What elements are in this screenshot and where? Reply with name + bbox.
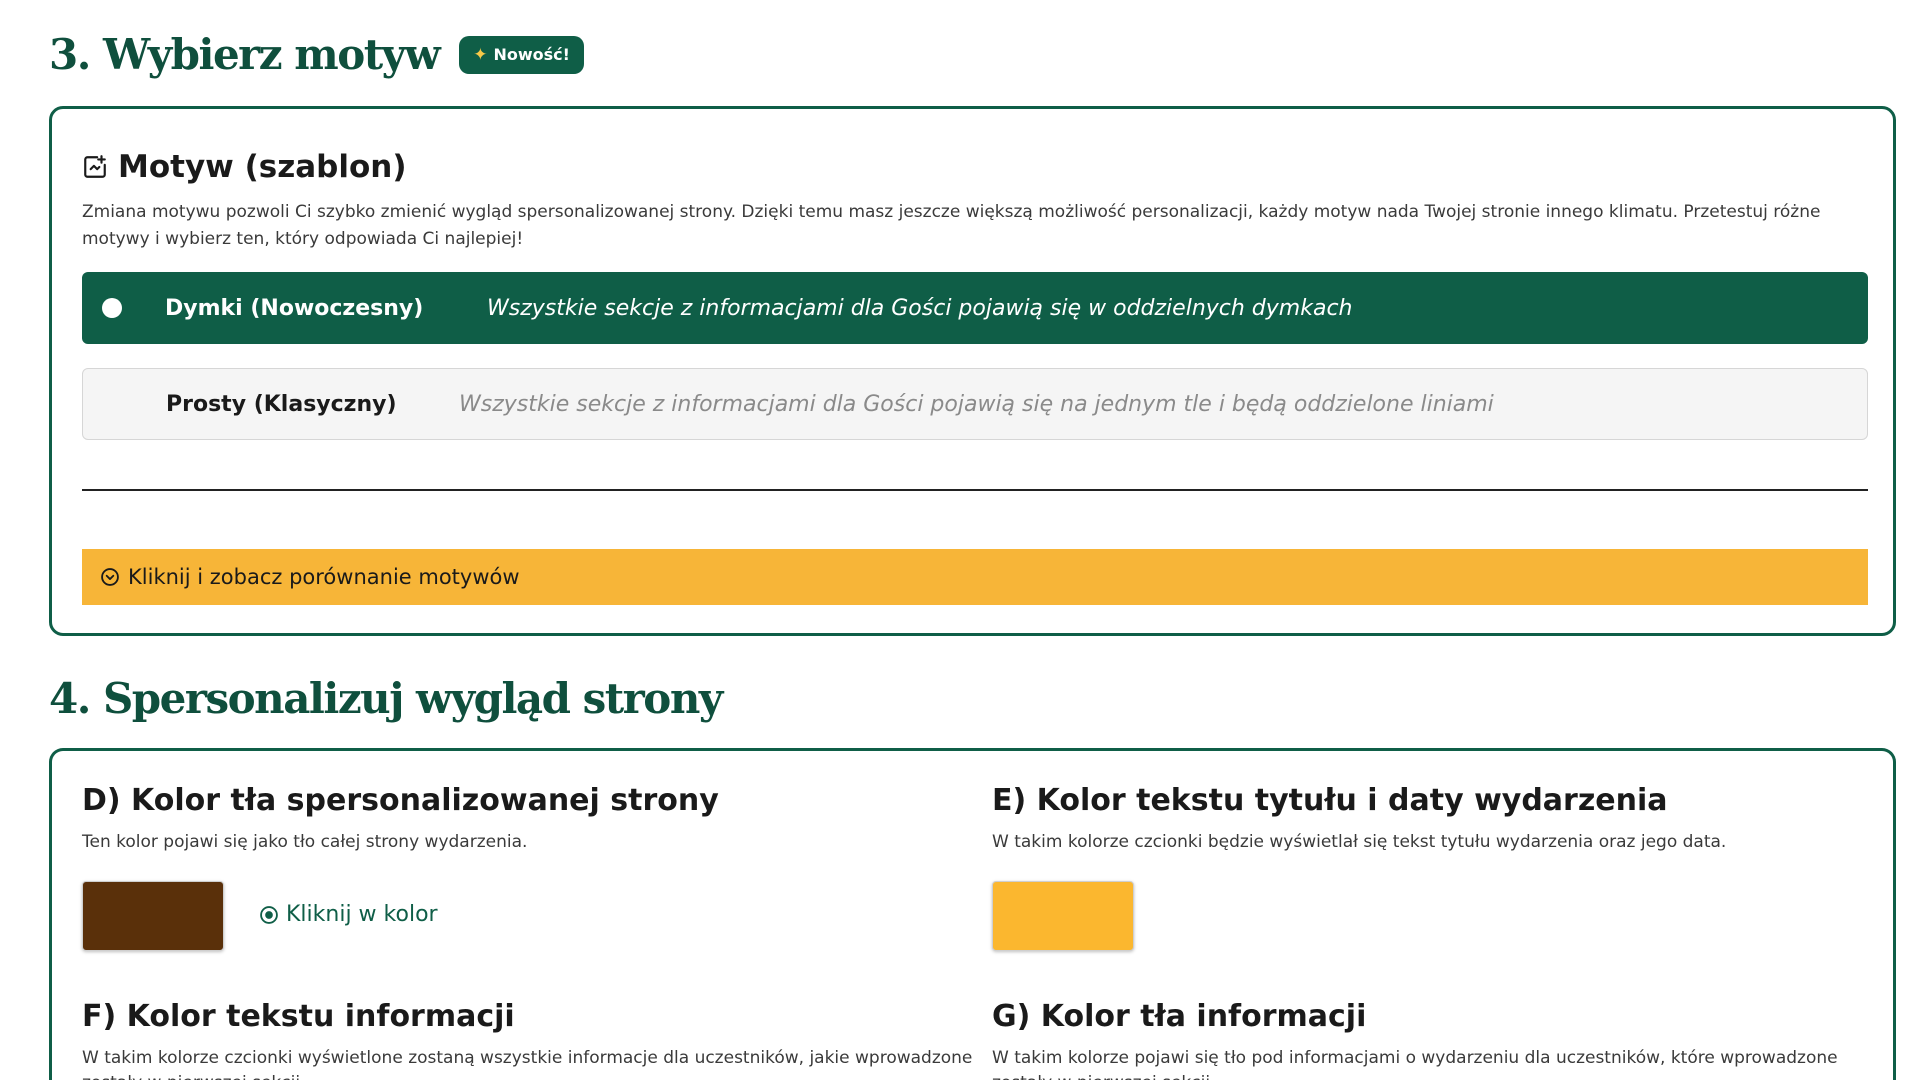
- info-text-color-title: F) Kolor tekstu informacji: [82, 999, 515, 1034]
- template-icon: [84, 155, 106, 178]
- title-color-title: E) Kolor tekstu tytułu i daty wydarzenia: [992, 783, 1668, 818]
- motif-option-name: Dymki (Nowoczesny): [165, 295, 424, 321]
- motif-card: Motyw (szablon) Zmiana motywu pozwoli Ci…: [49, 106, 1896, 636]
- background-color-swatch[interactable]: [82, 881, 224, 951]
- motif-option-description: Wszystkie sekcje z informacjami dla Gośc…: [459, 391, 1494, 417]
- info-background-color-title: G) Kolor tła informacji: [992, 999, 1367, 1034]
- motif-card-title: Motyw (szablon): [118, 149, 407, 185]
- motif-card-header: Motyw (szablon): [82, 149, 407, 185]
- radio-selected-icon[interactable]: [102, 298, 122, 318]
- info-text-color-setting: F) Kolor tekstu informacji W takim kolor…: [82, 999, 982, 1080]
- info-background-color-setting: G) Kolor tła informacji W takim kolorze …: [992, 999, 1892, 1080]
- divider: [82, 489, 1868, 491]
- section-4-title: 4. Spersonalizuj wygląd strony: [49, 674, 723, 723]
- motif-description: Zmiana motywu pozwoli Ci szybko zmienić …: [82, 202, 1821, 249]
- background-color-description: Ten kolor pojawi się jako tło całej stro…: [82, 832, 528, 852]
- motif-option-description: Wszystkie sekcje z informacjami dla Gośc…: [487, 295, 1353, 321]
- motif-option-prosty[interactable]: Prosty (Klasyczny) Wszystkie sekcje z in…: [82, 368, 1868, 440]
- section-3-header: 3. Wybierz motyw ✦ Nowość!: [49, 30, 584, 79]
- compare-motifs-label: Kliknij i zobacz porównanie motywów: [128, 565, 520, 589]
- info-text-color-description: W takim kolorze czcionki wyświetlone zos…: [82, 1048, 973, 1080]
- motif-option-name: Prosty (Klasyczny): [166, 391, 397, 417]
- section-3-title: 3. Wybierz motyw: [49, 30, 441, 79]
- appearance-card: D) Kolor tła spersonalizowanej strony Te…: [49, 748, 1896, 1080]
- new-badge-label: Nowość!: [493, 45, 570, 64]
- new-badge: ✦ Nowość!: [459, 35, 584, 74]
- chevron-down-circle-icon: [101, 568, 119, 586]
- target-circle-icon: [260, 905, 278, 924]
- compare-motifs-button[interactable]: Kliknij i zobacz porównanie motywów: [82, 549, 1868, 605]
- title-color-swatch[interactable]: [992, 881, 1134, 951]
- section-4-header: 4. Spersonalizuj wygląd strony: [49, 674, 723, 723]
- info-background-color-description: W takim kolorze pojawi się tło pod infor…: [992, 1048, 1838, 1080]
- click-color-label: Kliknij w kolor: [286, 902, 438, 927]
- title-color-setting: E) Kolor tekstu tytułu i daty wydarzenia…: [992, 783, 1892, 855]
- background-color-title: D) Kolor tła spersonalizowanej strony: [82, 783, 719, 818]
- sparkle-icon: ✦: [473, 44, 488, 65]
- motif-option-dymki[interactable]: Dymki (Nowoczesny) Wszystkie sekcje z in…: [82, 272, 1868, 344]
- title-color-description: W takim kolorze czcionki będzie wyświetl…: [992, 832, 1727, 852]
- background-color-setting: D) Kolor tła spersonalizowanej strony Te…: [82, 783, 982, 855]
- click-color-link[interactable]: Kliknij w kolor: [259, 902, 438, 927]
